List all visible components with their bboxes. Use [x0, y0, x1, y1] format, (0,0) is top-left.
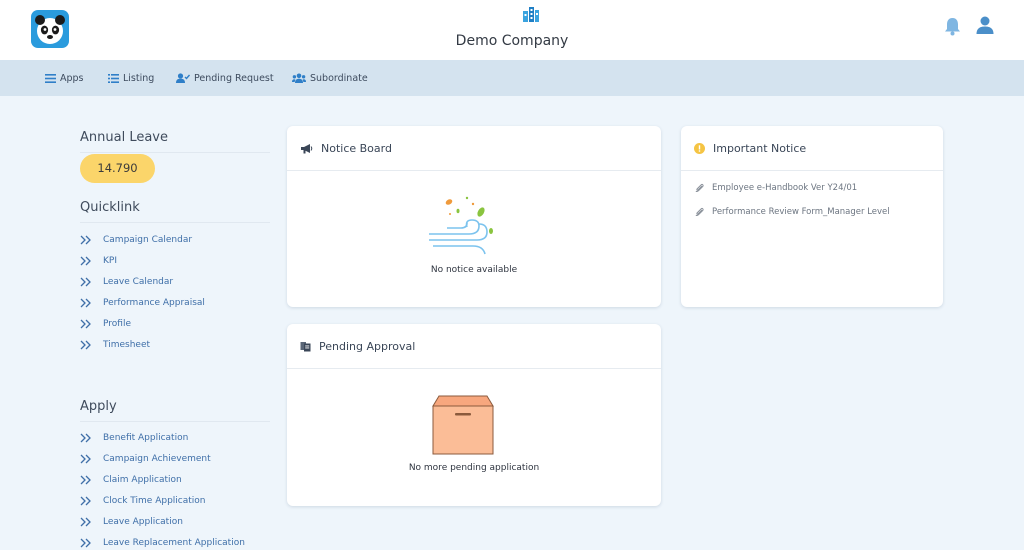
- quicklink-profile[interactable]: Profile: [80, 317, 131, 331]
- divider: [80, 421, 270, 422]
- quicklink-performance-appraisal[interactable]: Performance Appraisal: [80, 296, 205, 310]
- double-chevron-right-icon: [80, 454, 91, 464]
- documents-icon: [300, 341, 311, 351]
- divider: [80, 222, 270, 223]
- paperclip-icon: [695, 207, 704, 217]
- link-label: Timesheet: [103, 340, 151, 350]
- nav-listing[interactable]: Listing: [108, 60, 154, 96]
- empty-notice-text: No notice available: [430, 265, 518, 275]
- pending-approval-card: Pending Approval No more pending applica…: [287, 324, 661, 506]
- notice-item-performance-review[interactable]: Performance Review Form_Manager Level: [695, 207, 890, 217]
- apply-title: Apply: [80, 399, 117, 414]
- annual-leave-balance: 14.790: [80, 154, 155, 183]
- list-icon: [108, 73, 119, 83]
- link-label: Performance Appraisal: [103, 298, 205, 308]
- nav-label: Pending Request: [194, 72, 274, 84]
- quicklink-timesheet[interactable]: Timesheet: [80, 338, 150, 352]
- double-chevron-right-icon: [80, 235, 91, 245]
- top-navbar: Apps Listing Pending Request Subordinate: [0, 60, 1024, 96]
- card-header: Important Notice: [681, 126, 943, 171]
- user-check-icon: [176, 73, 190, 83]
- divider: [80, 152, 270, 153]
- apply-claim-application[interactable]: Claim Application: [80, 473, 182, 487]
- apply-benefit-application[interactable]: Benefit Application: [80, 431, 188, 445]
- quicklink-campaign-calendar[interactable]: Campaign Calendar: [80, 233, 192, 247]
- wind-leaves-illustration: [429, 196, 493, 255]
- bell-icon[interactable]: [944, 16, 961, 36]
- quicklink-kpi[interactable]: KPI: [80, 254, 117, 268]
- nav-label: Listing: [123, 72, 155, 84]
- double-chevron-right-icon: [80, 256, 91, 266]
- link-label: Campaign Achievement: [103, 454, 211, 464]
- link-label: Clock Time Application: [103, 496, 206, 506]
- company-name: Demo Company: [455, 33, 569, 49]
- card-title: Notice Board: [321, 141, 392, 155]
- user-icon[interactable]: [975, 15, 995, 35]
- apply-leave-replacement-application[interactable]: Leave Replacement Application: [80, 536, 245, 550]
- quicklink-leave-calendar[interactable]: Leave Calendar: [80, 275, 173, 289]
- quicklink-title: Quicklink: [80, 200, 140, 215]
- link-label: KPI: [103, 256, 117, 266]
- important-notice-card: Important Notice Employee e-Handbook Ver…: [681, 126, 943, 307]
- nav-apps[interactable]: Apps: [45, 60, 84, 96]
- double-chevron-right-icon: [80, 319, 91, 329]
- apply-leave-application[interactable]: Leave Application: [80, 515, 183, 529]
- double-chevron-right-icon: [80, 496, 91, 506]
- card-header: Notice Board: [287, 126, 661, 171]
- link-label: Leave Replacement Application: [103, 538, 245, 548]
- nav-pending-request[interactable]: Pending Request: [176, 60, 274, 96]
- megaphone-icon: [301, 143, 313, 153]
- alert-circle-icon: [694, 142, 705, 154]
- notice-board-card: Notice Board No notice available: [287, 126, 661, 307]
- double-chevron-right-icon: [80, 298, 91, 308]
- card-title: Important Notice: [713, 141, 807, 155]
- card-header: Pending Approval: [287, 324, 661, 369]
- nav-label: Subordinate: [310, 72, 368, 84]
- empty-box-illustration: [432, 395, 494, 455]
- link-label: Campaign Calendar: [103, 235, 193, 245]
- building-icon: [523, 7, 539, 22]
- notice-item-label: Employee e-Handbook Ver Y24/01: [712, 183, 858, 193]
- annual-leave-title: Annual Leave: [80, 130, 168, 145]
- link-label: Leave Application: [103, 517, 183, 527]
- notice-item-label: Performance Review Form_Manager Level: [712, 207, 890, 217]
- apply-campaign-achievement[interactable]: Campaign Achievement: [80, 452, 211, 466]
- link-label: Claim Application: [103, 475, 182, 485]
- users-icon: [292, 73, 306, 83]
- nav-label: Apps: [60, 72, 84, 84]
- menu-icon: [45, 73, 56, 83]
- link-label: Profile: [103, 319, 131, 329]
- notice-item-handbook[interactable]: Employee e-Handbook Ver Y24/01: [695, 183, 857, 193]
- link-label: Leave Calendar: [103, 277, 174, 287]
- double-chevron-right-icon: [80, 475, 91, 485]
- double-chevron-right-icon: [80, 517, 91, 527]
- nav-subordinate[interactable]: Subordinate: [292, 60, 368, 96]
- double-chevron-right-icon: [80, 538, 91, 548]
- double-chevron-right-icon: [80, 277, 91, 287]
- paperclip-icon: [695, 183, 704, 193]
- link-label: Benefit Application: [103, 433, 189, 443]
- card-title: Pending Approval: [319, 339, 416, 353]
- empty-pending-text: No more pending application: [408, 463, 540, 473]
- app-header: Demo Company: [0, 0, 1024, 60]
- double-chevron-right-icon: [80, 433, 91, 443]
- apply-clock-time-application[interactable]: Clock Time Application: [80, 494, 206, 508]
- double-chevron-right-icon: [80, 340, 91, 350]
